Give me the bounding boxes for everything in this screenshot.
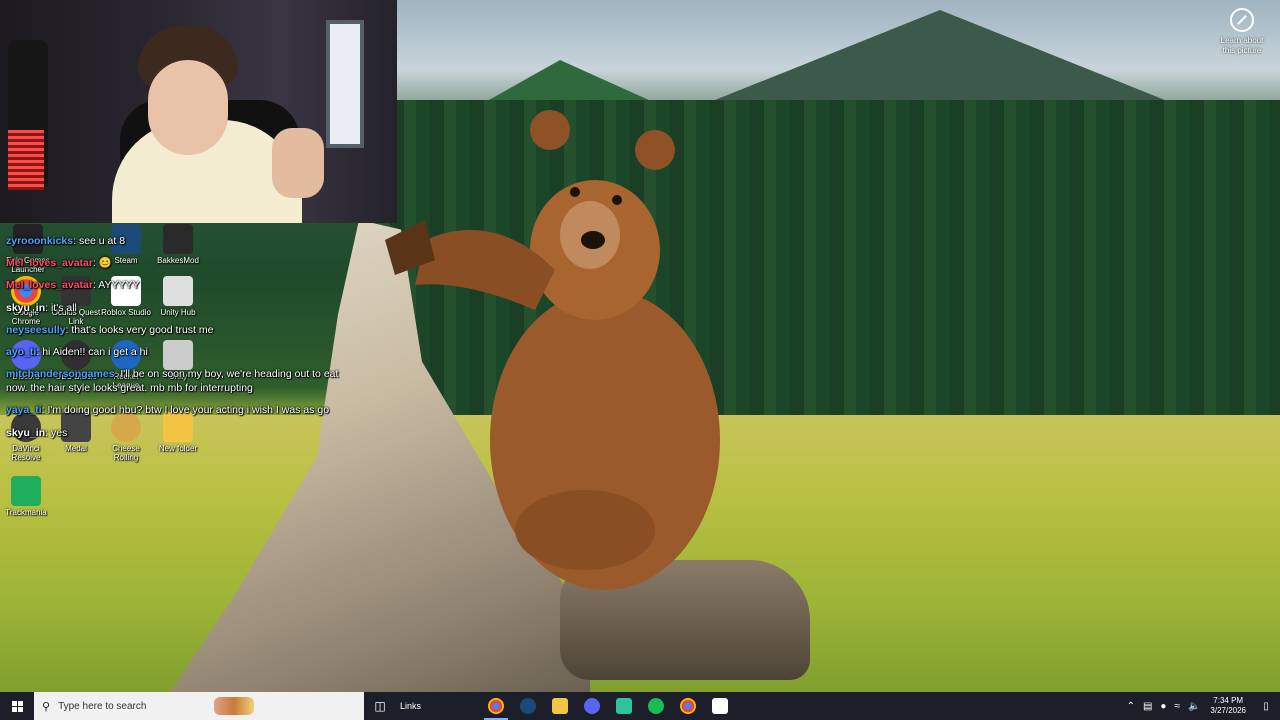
chat-text: : hi Aiden!! can i get a hi (36, 345, 148, 358)
chat-username: zyrooonkicks (6, 235, 74, 247)
desktop-icon-label: Trackmania (5, 508, 47, 517)
chat-text: : 😊 (92, 257, 112, 270)
task-view-button[interactable]: ◫ (364, 699, 396, 713)
chat-username: Mel_loves_avatar (6, 257, 93, 270)
volume-icon[interactable]: 🔈 (1188, 701, 1200, 712)
task-view-icon: ◫ (374, 699, 386, 713)
chat-text: : AYYYYY (92, 279, 140, 292)
chrome-icon (680, 698, 696, 714)
trackmania-icon (11, 476, 41, 506)
game-icon (616, 698, 632, 714)
microphone-icon[interactable]: ● (1160, 701, 1166, 712)
chat-message: Mel_loves_avatar: 😊 (6, 256, 366, 270)
chat-message: skyu_in: yes (6, 426, 366, 440)
chat-text: : see u at 8 (73, 235, 126, 247)
chat-text: : that's looks very good trust me (65, 323, 214, 336)
chat-message: ayo_ti: hi Aiden!! can i get a hi (6, 345, 366, 359)
chat-username: Mel_loves_avatar (6, 279, 93, 292)
chat-message: Mel_loves_avatar: AYYYYY (6, 278, 366, 292)
webcam-overlay (0, 0, 397, 223)
windows-icon (11, 700, 23, 712)
taskbar-app-steam[interactable] (512, 692, 544, 720)
learn-about-label: Learn about this picture (1220, 36, 1264, 55)
stream-chat-overlay: zyrooonkicks: see u at 8 Mel_loves_avata… (6, 234, 366, 448)
notification-button[interactable]: ▯ (1252, 701, 1280, 712)
webcam-person-head (148, 60, 228, 155)
chat-message: mitchandersongames: I'll be on soon my b… (6, 367, 356, 395)
taskbar-clock[interactable]: 7:34 PM 3/27/2026 (1210, 696, 1246, 717)
camera-icon (1230, 8, 1254, 32)
learn-about-picture[interactable]: Learn about this picture (1214, 8, 1270, 55)
notification-icon: ▯ (1263, 700, 1269, 712)
taskbar-search[interactable]: ⚲ Type here to search (34, 692, 364, 720)
chat-username: mitchandersongames (6, 368, 115, 381)
taskbar-app-chrome[interactable] (480, 692, 512, 720)
taskbar-app-file-explorer[interactable] (544, 692, 576, 720)
webcam-red-light (8, 130, 44, 190)
chat-username: neyseesully (6, 323, 66, 336)
chat-message: yaya_ti: I'm doing good hbu? btw I love … (6, 403, 361, 417)
taskbar-app-medal[interactable] (704, 692, 736, 720)
taskbar-app-chrome-2[interactable] (672, 692, 704, 720)
system-tray: ⌃ ▤ ● ≈ 🔈 7:34 PM 3/27/2026 ▯ (1123, 696, 1280, 717)
chat-text: : I'm doing good hbu? btw I love your ac… (41, 404, 330, 417)
discord-icon (584, 698, 600, 714)
taskbar: ⚲ Type here to search ◫ Links ⌃ ▤ ● ≈ 🔈 … (0, 692, 1280, 720)
chat-text: : it's all (45, 301, 77, 314)
taskbar-app-game[interactable] (608, 692, 640, 720)
chat-username: skyu_in (6, 426, 46, 439)
chat-message: neyseesully: that's looks very good trus… (6, 323, 366, 337)
clock-date: 3/27/2026 (1210, 706, 1246, 715)
taskbar-app-discord[interactable] (576, 692, 608, 720)
webcam-window-background (326, 20, 364, 148)
chrome-icon (488, 698, 504, 714)
chat-message: zyrooonkicks: see u at 8 (6, 234, 366, 248)
clock-time: 7:34 PM (1213, 695, 1244, 705)
steam-icon (520, 698, 536, 714)
wifi-icon[interactable]: ≈ (1174, 701, 1180, 712)
desktop-icon-trackmania[interactable]: Trackmania (0, 476, 52, 517)
search-placeholder: Type here to search (58, 700, 147, 712)
chat-message: skyu_in: it's all (6, 301, 366, 315)
search-highlight-icon (214, 697, 254, 715)
spotify-icon (648, 698, 664, 714)
chat-username: ayo_ti (6, 345, 37, 358)
chat-username: skyu_in (6, 301, 46, 314)
folder-icon (552, 698, 568, 714)
links-toolbar[interactable]: Links (396, 701, 480, 711)
chat-username: yaya_ti (6, 404, 42, 417)
chevron-up-icon[interactable]: ⌃ (1127, 701, 1135, 712)
start-button[interactable] (0, 692, 34, 720)
search-icon: ⚲ (42, 700, 51, 713)
medal-icon (712, 698, 728, 714)
wallpaper-bear (385, 110, 720, 590)
taskbar-app-spotify[interactable] (640, 692, 672, 720)
webcam-person-hand (272, 128, 324, 198)
chat-text: : yes (45, 426, 68, 439)
links-label: Links (400, 701, 422, 711)
network-icon[interactable]: ▤ (1143, 701, 1152, 712)
